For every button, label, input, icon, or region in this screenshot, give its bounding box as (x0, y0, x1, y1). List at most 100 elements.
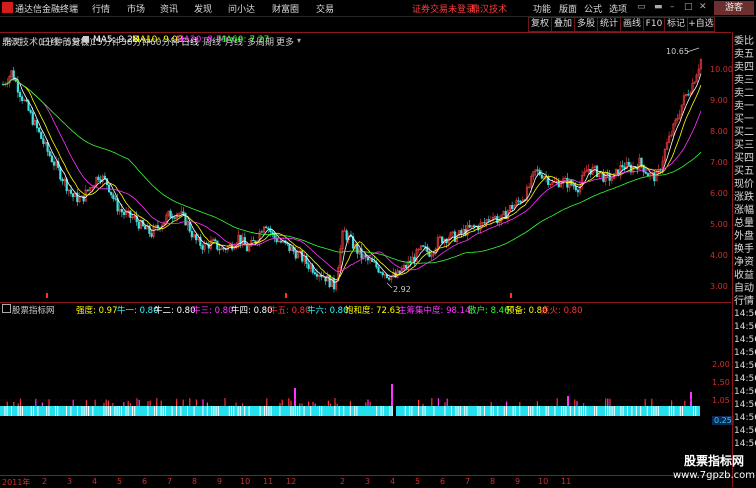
indicator-white-bar (202, 406, 204, 416)
indicator-white-bar (545, 406, 547, 416)
indicator-white-bar (264, 406, 265, 416)
time-tick: 6 (440, 477, 446, 486)
indicator-white-bar (389, 406, 391, 416)
indicator-white-bar (213, 406, 215, 416)
indicator-red-bar (94, 399, 96, 406)
side-panel-label: 换手 (734, 244, 754, 255)
indicator-white-bar (244, 406, 246, 416)
indicator-white-bar (292, 406, 294, 416)
indicator-red-bar (72, 399, 74, 406)
side-panel-label: 行情 (734, 296, 754, 307)
indicator-white-bar (578, 406, 580, 416)
indicator-white-bar (492, 406, 494, 416)
indicator-white-bar (657, 406, 659, 416)
indicator-red-bar (437, 398, 439, 406)
indicator-white-bar (380, 406, 382, 416)
indicator-white-bar (118, 406, 120, 416)
indicator-white-bar (583, 406, 584, 416)
time-tick: 6 (142, 477, 148, 486)
indicator-red-bar (671, 400, 673, 406)
indicator-red-bar (519, 402, 521, 406)
indicator-red-bar (583, 403, 585, 406)
indicator-white-bar (217, 406, 219, 416)
indicator-red-bar (431, 398, 433, 406)
indicator-white-bar (563, 406, 565, 416)
side-panel-label: 涨幅 (734, 205, 754, 216)
time-tick: 3 (67, 477, 73, 486)
indicator-white-bar (228, 406, 230, 416)
indicator-white-bar (343, 406, 345, 416)
time-tick: 4 (390, 477, 396, 486)
indicator-white-bar (376, 406, 378, 416)
side-panel-label: 14:56 (734, 439, 756, 449)
indicator-white-bar (206, 406, 208, 416)
indicator-white-bar (457, 406, 459, 416)
indicator-red-bar (266, 398, 268, 406)
indicator-white-bar (114, 406, 116, 416)
indicator-white-bar (585, 406, 587, 416)
side-panel-label: 卖二 (734, 88, 754, 99)
indicator-white-bar (354, 406, 356, 416)
indicator-white-bar (11, 406, 12, 416)
side-panel-label: 14:56 (734, 322, 756, 332)
indicator-red-bar (299, 403, 301, 406)
indicator-white-bar (631, 406, 633, 416)
indicator-white-bar (679, 406, 681, 416)
indicator-red-bar (279, 402, 281, 406)
indicator-white-bar (105, 406, 107, 416)
indicator-white-bar (671, 406, 672, 416)
indicator-red-bar (369, 401, 371, 406)
indicator-white-bar (83, 406, 85, 416)
side-panel-label: 涨跌 (734, 192, 754, 203)
time-tick: 5 (415, 477, 421, 486)
indicator-red-bar (160, 400, 162, 406)
indicator-white-bar (455, 406, 457, 416)
indicator-white-bar (215, 406, 217, 416)
indicator-white-bar (382, 406, 384, 416)
side-panel-label: 卖三 (734, 75, 754, 86)
indicator-red-bar (242, 403, 244, 406)
indicator-red-bar (85, 400, 87, 406)
indicator-red-bar (308, 401, 310, 406)
indicator-white-bar (103, 406, 105, 416)
side-panel-label: 14:56 (734, 374, 756, 384)
indicator-white-bar (565, 406, 567, 416)
indicator-white-bar (259, 406, 261, 416)
indicator-white-bar (92, 406, 94, 416)
side-panel-label: 买二 (734, 127, 754, 138)
indicator-red-bar (107, 400, 109, 406)
side-panel-label: 14:56 (734, 400, 756, 410)
indicator-white-bar (107, 406, 109, 416)
side-panel-label: 现价 (734, 179, 754, 190)
indicator-white-bar (682, 406, 683, 416)
indicator-white-bar (433, 406, 435, 416)
indicator-white-bar (162, 406, 164, 416)
indicator-red-bar (206, 402, 208, 406)
indicator-white-bar (512, 406, 514, 416)
indicator-white-bar (620, 406, 622, 416)
side-panel-label: 收益 (734, 270, 754, 281)
indicator-white-bar (70, 406, 72, 416)
indicator-white-bar (88, 406, 89, 416)
side-panel-label: 14:56 (734, 335, 756, 345)
indicator-white-bar (132, 406, 133, 416)
indicator-white-bar (596, 406, 598, 416)
indicator-red-bar (156, 398, 158, 406)
indicator-white-bar (580, 406, 582, 416)
indicator-red-bar (48, 399, 50, 406)
indicator-red-bar (314, 403, 316, 406)
indicator-red-bar (235, 402, 237, 406)
indicator-white-bar (154, 406, 155, 416)
indicator-white-bar (299, 406, 301, 416)
indicator-white-bar (605, 406, 606, 416)
indicator-red-bar (138, 399, 140, 406)
indicator-red-bar (13, 402, 15, 406)
indicator-red-bar (41, 402, 43, 406)
time-tick: 9 (515, 477, 521, 486)
indicator-white-bar (237, 406, 239, 416)
indicator-white-bar (554, 406, 556, 416)
indicator-chart[interactable] (0, 0, 731, 487)
indicator-white-bar (193, 406, 195, 416)
indicator-white-bar (19, 406, 21, 416)
indicator-red-bar (19, 398, 21, 406)
